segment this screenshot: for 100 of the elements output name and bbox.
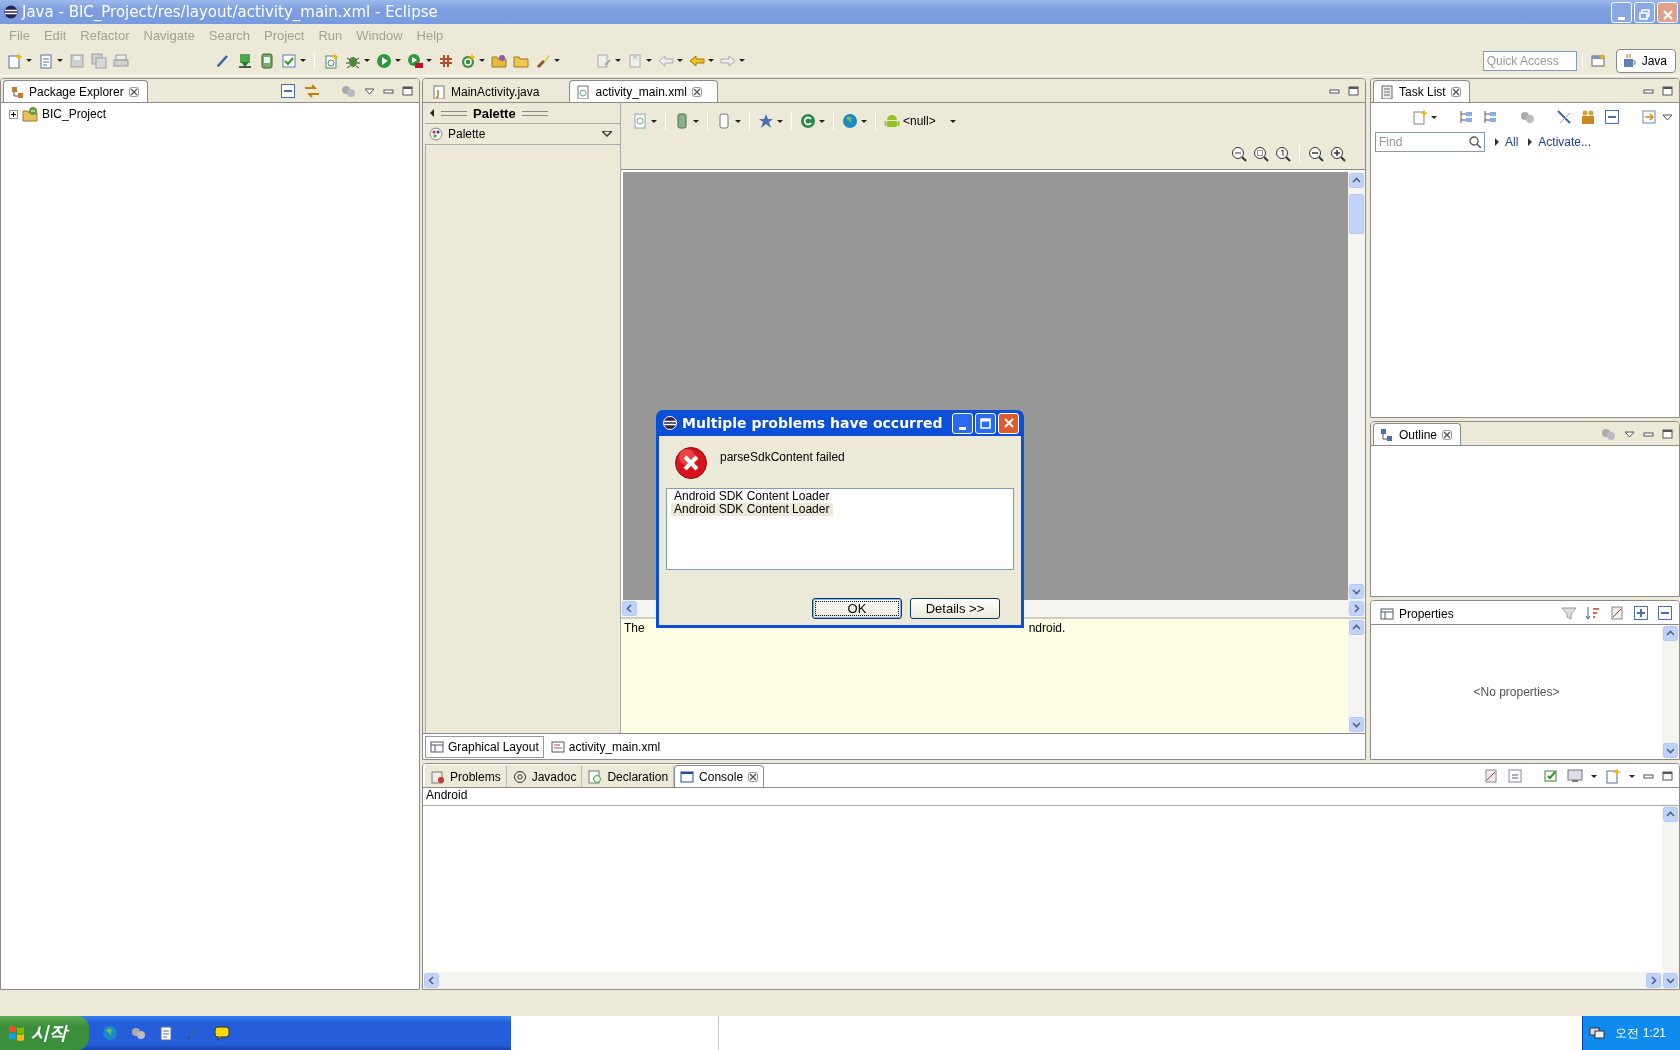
find-field[interactable]: Find — [1375, 132, 1485, 152]
scroll-up-icon[interactable] — [1663, 626, 1678, 641]
close-button[interactable] — [998, 412, 1019, 434]
outline-icon — [1380, 427, 1394, 442]
link-icon — [304, 83, 320, 99]
vertical-scrollbar[interactable] — [1662, 625, 1679, 759]
chat-bubble-icon — [214, 1025, 230, 1041]
edit-icon — [596, 52, 612, 69]
scroll-down-icon[interactable] — [1663, 973, 1678, 988]
sync-icon — [1641, 109, 1657, 125]
restore-button[interactable] — [1634, 1, 1655, 23]
scroll-left-icon[interactable] — [424, 973, 439, 988]
collapse-icon — [1657, 605, 1673, 621]
new-task-icon — [1412, 109, 1428, 125]
list-item[interactable]: Android SDK Content Loader — [671, 490, 834, 503]
scroll-left-icon[interactable] — [622, 601, 637, 616]
scroll-down-icon[interactable] — [1349, 584, 1364, 599]
new-file-icon — [1605, 768, 1621, 784]
restore-icon — [1639, 8, 1650, 20]
filter-link[interactable]: All — [1495, 135, 1519, 149]
theme-dropdown[interactable]: <null> — [881, 110, 959, 132]
minimize-icon — [959, 426, 966, 430]
expander-icon[interactable] — [9, 109, 18, 119]
tree-icon — [1482, 109, 1498, 125]
scroll-thumb[interactable] — [1349, 194, 1364, 234]
close-icon — [748, 771, 759, 782]
list-item[interactable]: Android SDK Content Loader — [671, 503, 834, 516]
zoom-in-icon — [1330, 146, 1346, 162]
caret-icon — [395, 59, 401, 62]
window-title: Java - BIC_Project/res/layout/activity_main.xml - Eclipse — [22, 3, 438, 21]
view-tab[interactable]: Task List — [1373, 80, 1470, 102]
maximize-icon — [980, 417, 991, 429]
scroll-down-icon[interactable] — [1349, 717, 1364, 732]
quick-access-field[interactable]: Quick Access — [1482, 50, 1577, 71]
close-icon — [1450, 86, 1461, 97]
vertical-scrollbar[interactable] — [1348, 619, 1365, 733]
scroll-down-icon[interactable] — [1663, 743, 1678, 758]
expand-icon — [1633, 605, 1649, 621]
grid-icon — [438, 52, 454, 69]
caret-icon — [426, 59, 432, 62]
java-file-icon — [432, 84, 446, 99]
new-file-icon — [7, 52, 23, 69]
dialog-button[interactable]: OK — [812, 598, 902, 619]
globe-icon — [842, 113, 858, 129]
class-icon — [460, 52, 476, 69]
editor-mode-tab[interactable]: Graphical Layout — [425, 736, 544, 758]
caret-icon — [861, 119, 867, 123]
zoom-out-icon — [1308, 146, 1324, 162]
view-tab[interactable]: Javadoc — [506, 765, 583, 787]
caret-icon — [777, 119, 783, 123]
monitor-icon — [1567, 768, 1583, 784]
palette-dropdown[interactable]: Palette — [425, 123, 620, 145]
project-folder-icon — [22, 106, 38, 122]
minimize-button[interactable] — [952, 412, 973, 434]
scroll-up-icon[interactable] — [1349, 620, 1364, 635]
vertical-scrollbar[interactable] — [1348, 172, 1365, 600]
close-icon — [128, 86, 139, 97]
window-icon — [1590, 52, 1607, 69]
view-tab[interactable]: Outline — [1373, 423, 1462, 445]
caret-icon — [1591, 774, 1597, 778]
problems-icon — [431, 769, 445, 784]
scroll-right-icon[interactable] — [1646, 973, 1661, 988]
disks-icon — [91, 52, 107, 69]
caret-icon — [479, 59, 485, 62]
vertical-scrollbar[interactable] — [1662, 806, 1679, 989]
problem-list[interactable]: Android SDK Content Loader Android SDK Content Loader — [666, 488, 1014, 570]
view-tab[interactable]: Problems — [425, 765, 507, 787]
scroll-right-icon[interactable] — [1349, 601, 1364, 616]
scroll-up-icon[interactable] — [1349, 173, 1364, 188]
caret-icon — [735, 119, 741, 123]
printer-icon — [113, 52, 129, 69]
at-sign-icon — [512, 769, 527, 784]
perspective-button[interactable]: Java — [1615, 48, 1676, 73]
zoom-fit-icon — [1231, 146, 1247, 162]
horizontal-scrollbar[interactable] — [423, 972, 1662, 989]
tree-item[interactable]: BIC_Project — [42, 107, 107, 121]
error-message: parseSdkContent failed — [720, 449, 845, 466]
maximize-button[interactable] — [975, 412, 996, 434]
view-tab[interactable]: Package Explorer — [3, 80, 148, 102]
caret-icon — [739, 59, 745, 62]
editor-tab[interactable]: activity_main.xml — [569, 80, 718, 102]
tree-icon — [1458, 109, 1474, 125]
caret-icon — [364, 59, 370, 62]
minimize-icon — [1643, 429, 1654, 439]
phone-icon — [716, 113, 732, 129]
scroll-up-icon[interactable] — [1663, 807, 1678, 822]
filter-link[interactable]: Activate... — [1528, 135, 1592, 149]
dialog-button[interactable]: Details >> — [910, 598, 1000, 619]
view-tab[interactable]: Declaration — [582, 765, 675, 787]
editor-mode-tab[interactable]: activity_main.xml — [545, 736, 666, 758]
console-icon — [680, 769, 695, 784]
star-icon — [758, 113, 774, 129]
checkbox-icon — [281, 52, 297, 69]
dropdown-icon — [1662, 113, 1673, 121]
caret-icon — [1629, 774, 1635, 778]
pen-icon — [186, 1025, 202, 1041]
caret-icon — [819, 119, 825, 123]
start-button[interactable]: 시작 — [0, 1016, 89, 1050]
arrow-left-icon — [689, 52, 705, 69]
view-tab[interactable]: Console — [674, 765, 765, 787]
